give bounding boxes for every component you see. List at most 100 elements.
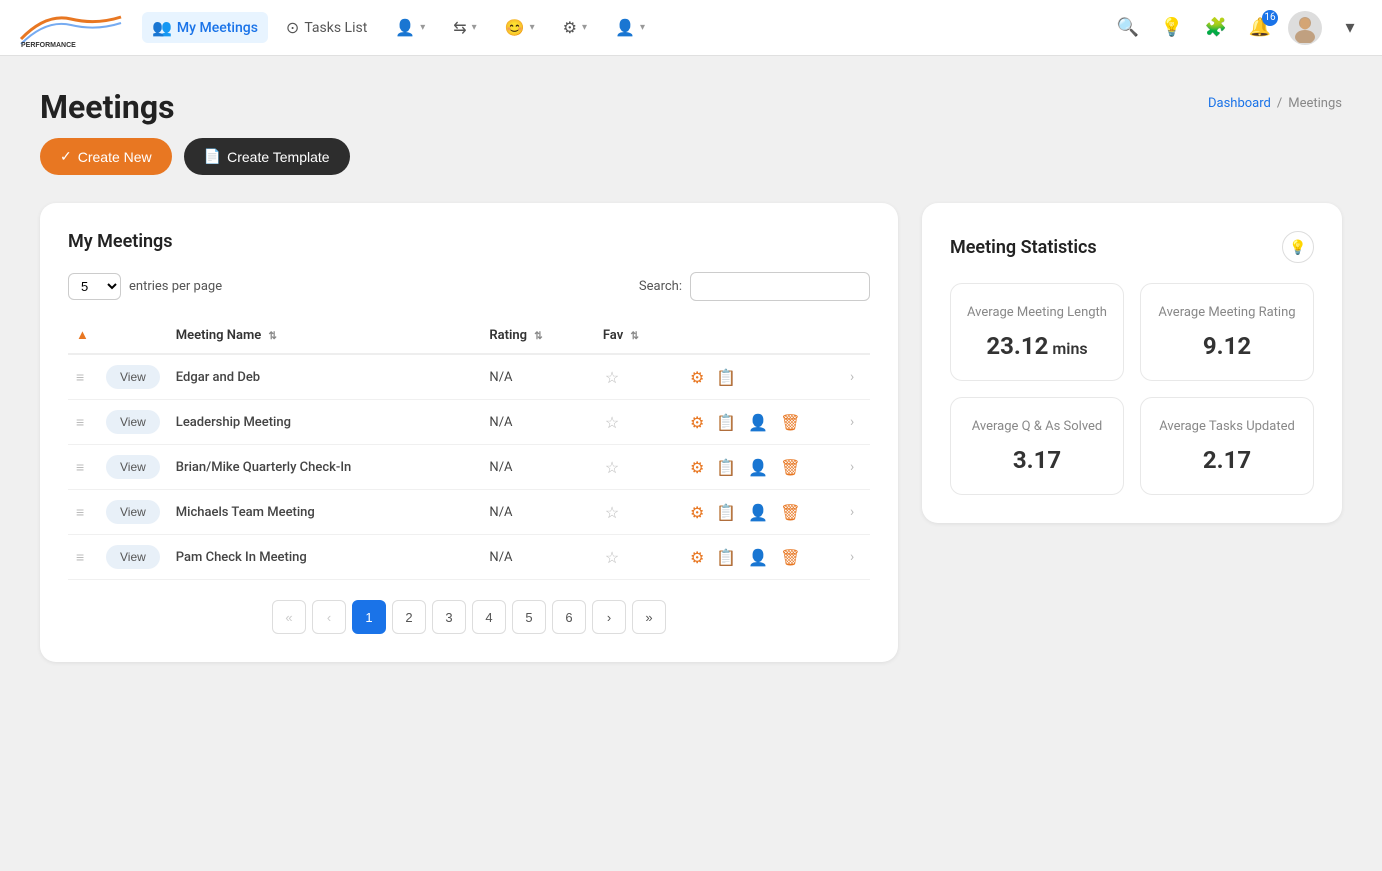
drag-handle[interactable]: ≡: [76, 460, 84, 476]
entries-select[interactable]: 5 10 25: [68, 273, 121, 300]
stat-value: 23.12 mins: [967, 332, 1107, 360]
th-fav[interactable]: Fav ⇅: [595, 317, 680, 354]
search-button[interactable]: 🔍: [1112, 12, 1144, 44]
view-button[interactable]: View: [106, 410, 160, 434]
nav-org[interactable]: ⇆ ▾: [443, 12, 486, 43]
stats-title: Meeting Statistics: [950, 237, 1097, 258]
stat-value: 9.12: [1157, 332, 1297, 360]
notification-wrap[interactable]: 🔔 16: [1244, 12, 1276, 44]
page-prev-button[interactable]: ‹: [312, 600, 346, 634]
drag-handle[interactable]: ≡: [76, 415, 84, 431]
nav-user2[interactable]: 👤 ▾: [605, 12, 655, 43]
gear-icon[interactable]: ⚙: [688, 501, 706, 524]
nav-tasks-list[interactable]: ⊙ Tasks List: [276, 12, 377, 43]
create-template-icon: 📄: [204, 148, 221, 165]
meetings-table: ▲ Meeting Name ⇅ Rating ⇅ Fav ⇅: [68, 317, 870, 580]
star-icon[interactable]: ☆: [603, 411, 621, 434]
drag-handle[interactable]: ≡: [76, 550, 84, 566]
stats-info-button[interactable]: 💡: [1282, 231, 1314, 263]
emoji-chevron: ▾: [530, 22, 535, 33]
page-4-button[interactable]: 4: [472, 600, 506, 634]
page-last-button[interactable]: »: [632, 600, 666, 634]
star-icon[interactable]: ☆: [603, 456, 621, 479]
stat-value: 2.17: [1157, 446, 1297, 474]
view-button[interactable]: View: [106, 500, 160, 524]
search-control: Search:: [639, 272, 870, 301]
copy-icon[interactable]: 📋: [714, 501, 738, 524]
row-chevron-icon[interactable]: ›: [848, 547, 856, 567]
logo[interactable]: PERFORMANCE SCORING: [16, 9, 126, 47]
copy-icon[interactable]: 📋: [714, 366, 738, 389]
search-input[interactable]: [690, 272, 870, 301]
page-3-button[interactable]: 3: [432, 600, 466, 634]
star-icon[interactable]: ☆: [603, 366, 621, 389]
user-add-icon[interactable]: 👤: [746, 546, 770, 569]
page-2-button[interactable]: 2: [392, 600, 426, 634]
row-chevron-icon[interactable]: ›: [848, 367, 856, 387]
create-new-label: Create New: [78, 149, 152, 165]
stat-label: Average Meeting Rating: [1157, 304, 1297, 322]
drag-handle[interactable]: ≡: [76, 370, 84, 386]
user-chevron[interactable]: ▾: [1334, 12, 1366, 44]
puzzle-button[interactable]: 🧩: [1200, 12, 1232, 44]
page-first-button[interactable]: «: [272, 600, 306, 634]
copy-icon[interactable]: 📋: [714, 456, 738, 479]
create-template-button[interactable]: 📄 Create Template: [184, 138, 350, 175]
page-6-button[interactable]: 6: [552, 600, 586, 634]
meeting-name: Brian/Mike Quarterly Check-In: [168, 445, 482, 490]
page-header: Meetings ✓ Create New 📄 Create Template …: [40, 88, 1342, 175]
star-icon[interactable]: ☆: [603, 546, 621, 569]
nav-tasks-list-label: Tasks List: [304, 20, 367, 36]
entries-control: 5 10 25 entries per page: [68, 273, 222, 300]
row-chevron-icon[interactable]: ›: [848, 502, 856, 522]
view-button[interactable]: View: [106, 455, 160, 479]
page-1-button[interactable]: 1: [352, 600, 386, 634]
row-actions: ⚙ 📋 👤 🗑: [688, 501, 832, 524]
page-next-button[interactable]: ›: [592, 600, 626, 634]
page-5-button[interactable]: 5: [512, 600, 546, 634]
copy-icon[interactable]: 📋: [714, 411, 738, 434]
breadcrumb-parent[interactable]: Dashboard: [1208, 96, 1271, 111]
lightbulb-button[interactable]: 💡: [1156, 12, 1188, 44]
user-add-icon[interactable]: 👤: [746, 456, 770, 479]
gear-icon[interactable]: ⚙: [688, 546, 706, 569]
stats-header: Meeting Statistics 💡: [950, 231, 1314, 263]
trash-icon[interactable]: 🗑: [778, 456, 802, 479]
row-chevron-icon[interactable]: ›: [848, 412, 856, 432]
my-meetings-icon: 👥: [152, 18, 172, 37]
emoji-icon: 😊: [505, 18, 525, 37]
tasks-list-icon: ⊙: [286, 18, 299, 37]
th-meeting-name[interactable]: Meeting Name ⇅: [168, 317, 482, 354]
trash-icon[interactable]: 🗑: [778, 501, 802, 524]
table-controls: 5 10 25 entries per page Search:: [68, 272, 870, 301]
drag-handle[interactable]: ≡: [76, 505, 84, 521]
th-rating[interactable]: Rating ⇅: [481, 317, 594, 354]
content-grid: My Meetings 5 10 25 entries per page Sea…: [40, 203, 1342, 662]
trash-icon[interactable]: 🗑: [778, 411, 802, 434]
gear-icon[interactable]: ⚙: [688, 456, 706, 479]
row-actions: ⚙ 📋 👤 🗑: [688, 546, 832, 569]
nav-my-meetings[interactable]: 👥 My Meetings: [142, 12, 268, 43]
nav-emoji[interactable]: 😊 ▾: [495, 12, 545, 43]
user-add-icon[interactable]: 👤: [746, 501, 770, 524]
rating-cell: N/A: [481, 400, 594, 445]
create-new-button[interactable]: ✓ Create New: [40, 138, 172, 175]
user-add-icon[interactable]: 👤: [746, 411, 770, 434]
page-title: Meetings: [40, 88, 350, 126]
gear-icon[interactable]: ⚙: [688, 411, 706, 434]
view-button[interactable]: View: [106, 545, 160, 569]
org-chevron: ▾: [472, 22, 477, 33]
nav-settings[interactable]: ⚙ ▾: [553, 12, 597, 43]
nav-people[interactable]: 👤 ▾: [385, 12, 435, 43]
row-chevron-icon[interactable]: ›: [848, 457, 856, 477]
view-button[interactable]: View: [106, 365, 160, 389]
stat-box-avg-length: Average Meeting Length 23.12 mins: [950, 283, 1124, 381]
star-icon[interactable]: ☆: [603, 501, 621, 524]
stat-label: Average Q & As Solved: [967, 418, 1107, 436]
pagination: « ‹ 1 2 3 4 5 6 › »: [68, 600, 870, 634]
stat-box-avg-qa: Average Q & As Solved 3.17: [950, 397, 1124, 495]
user-avatar[interactable]: [1288, 11, 1322, 45]
copy-icon[interactable]: 📋: [714, 546, 738, 569]
trash-icon[interactable]: 🗑: [778, 546, 802, 569]
gear-icon[interactable]: ⚙: [688, 366, 706, 389]
